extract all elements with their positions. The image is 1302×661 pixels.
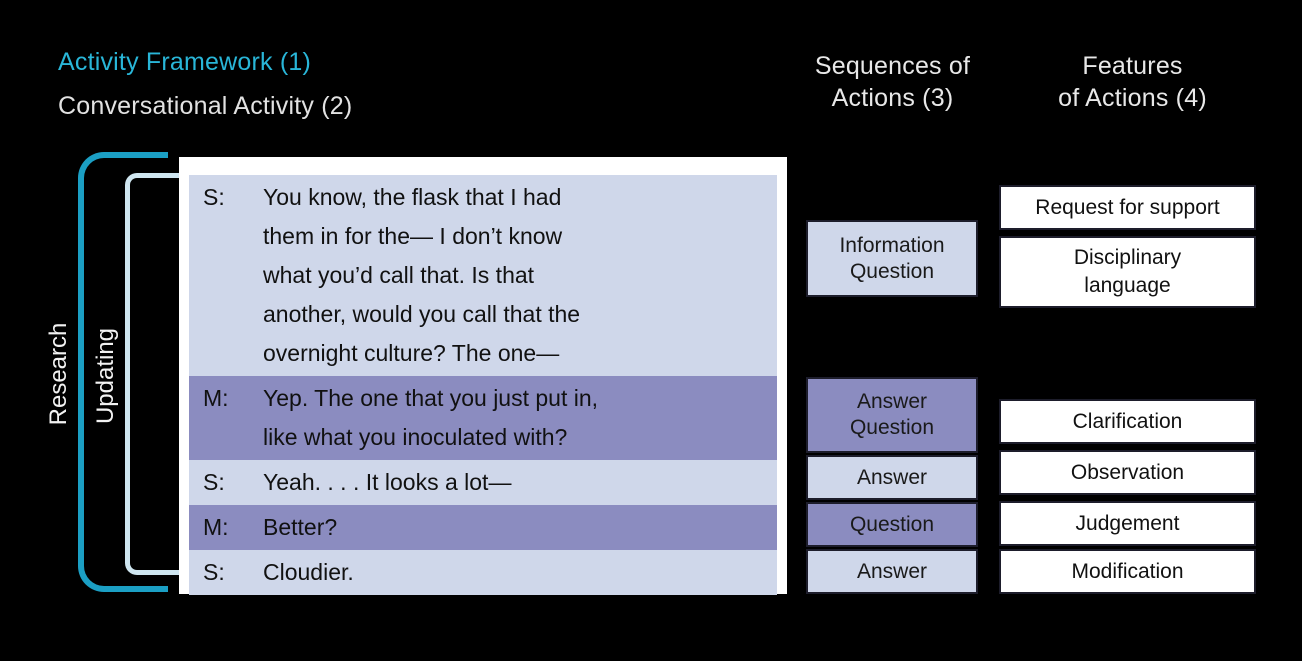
sequence-box: Answer	[806, 549, 978, 594]
transcript-panel: S: You know, the flask that I had them in…	[179, 157, 787, 595]
speaker-label: M:	[203, 514, 229, 540]
sequence-box: Answer Question	[806, 377, 978, 453]
transcript-row: S: Cloudier.	[189, 550, 777, 595]
heading-features-of-actions: Features of Actions (4)	[1058, 52, 1207, 112]
feature-box: Observation	[999, 450, 1256, 495]
heading-conversational-activity: Conversational Activity (2)	[58, 92, 353, 120]
utterance-text: You know, the flask that I had them in f…	[263, 184, 581, 366]
feature-box: Judgement	[999, 501, 1256, 546]
heading-activity-framework: Activity Framework (1)	[58, 48, 312, 76]
transcript-rows: S: You know, the flask that I had them in…	[189, 175, 777, 595]
diagram-canvas: Activity Framework (1) Conversational Ac…	[0, 0, 1302, 661]
speaker-label: S:	[203, 184, 225, 210]
feature-box: Clarification	[999, 399, 1256, 444]
feature-box: Disciplinary language	[999, 236, 1256, 308]
sequence-box: Information Question	[806, 220, 978, 297]
utterance-text: Yep. The one that you just put in, like …	[263, 385, 599, 450]
utterance-text: Cloudier.	[263, 559, 354, 585]
transcript-row: S: Yeah. . . . It looks a lot—	[189, 460, 777, 505]
label-research: Research	[45, 322, 72, 426]
feature-box: Modification	[999, 549, 1256, 594]
heading-sequences-of-actions: Sequences of Actions (3)	[814, 52, 971, 112]
transcript-row: M: Yep. The one that you just put in, lik…	[189, 376, 777, 460]
speaker-label: S:	[203, 469, 225, 495]
features-column: Request for support Disciplinary language…	[999, 157, 1256, 594]
bracket-updating	[125, 173, 180, 575]
utterance-text: Yeah. . . . It looks a lot—	[263, 469, 512, 495]
sequences-column: Information Question Answer Question Answe…	[806, 157, 978, 594]
feature-box: Request for support	[999, 185, 1256, 230]
label-updating: Updating	[92, 327, 119, 425]
sequence-box: Answer	[806, 455, 978, 500]
speaker-label: M:	[203, 385, 229, 411]
utterance-text: Better?	[263, 514, 338, 540]
speaker-label: S:	[203, 559, 225, 585]
transcript-row: M: Better?	[189, 505, 777, 550]
transcript-row: S: You know, the flask that I had them in…	[189, 175, 777, 376]
sequence-box: Question	[806, 502, 978, 547]
